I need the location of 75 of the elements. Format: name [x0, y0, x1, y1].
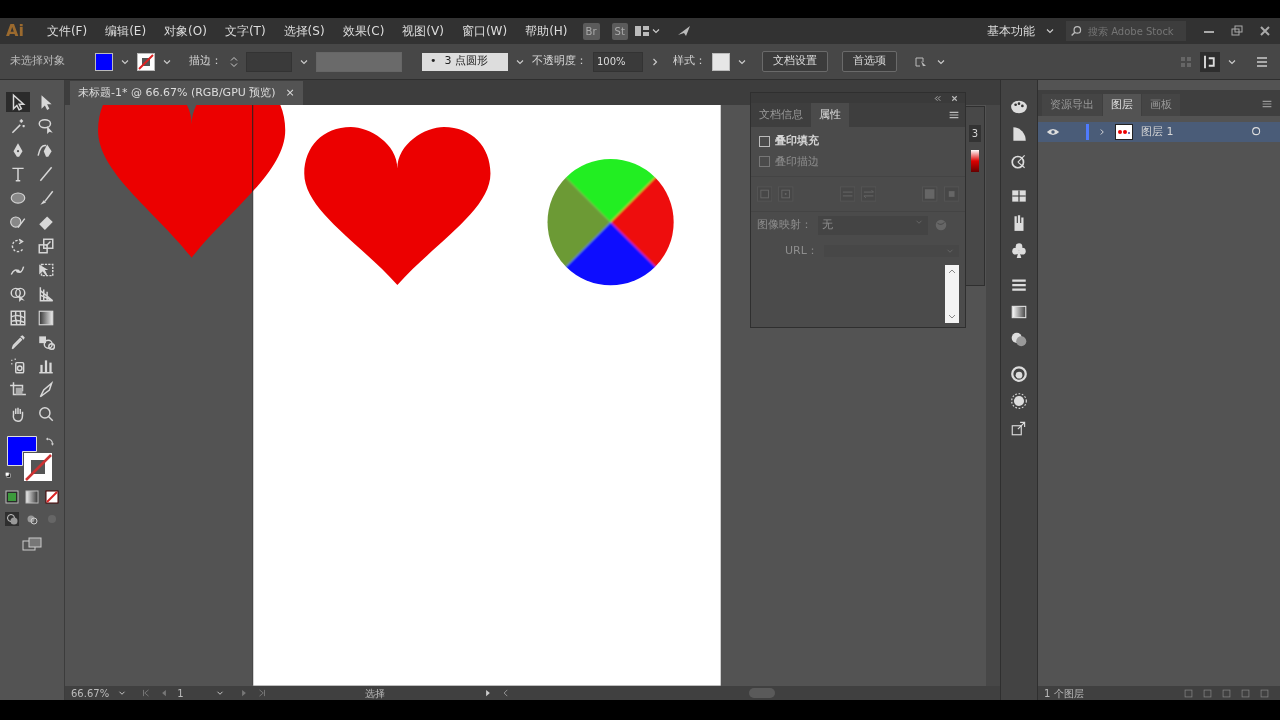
gradient-mode-icon[interactable] [25, 490, 39, 504]
layered-circles-icon[interactable] [1009, 365, 1029, 383]
checkbox[interactable] [759, 135, 770, 147]
brush-bullet: • [430, 53, 437, 70]
app-logo: Ai [6, 20, 24, 42]
workspace-switcher[interactable]: 基本功能 [978, 22, 1044, 40]
collapse-icon[interactable] [933, 93, 942, 103]
panel-tab[interactable]: 画板 [1142, 93, 1180, 116]
stroke-swatch[interactable] [23, 452, 53, 482]
inner-square-icon [943, 185, 959, 203]
color-mode-icon[interactable] [5, 490, 19, 504]
lines-icon[interactable] [1009, 276, 1029, 294]
menu-item[interactable]: 选择(S) [274, 22, 334, 40]
panel-tab[interactable]: 文档信息 [751, 103, 811, 127]
screen-mode-icon[interactable] [21, 536, 43, 552]
brush-dropdown[interactable]: • 3 点圆形 [422, 52, 508, 71]
toolbar-button[interactable]: 首选项 [842, 51, 897, 72]
zoom-field[interactable]: 66.67% [71, 685, 110, 701]
panel-tab[interactable]: 图层 [1103, 93, 1141, 116]
stroke-label: 描边： [189, 53, 222, 70]
menu-item[interactable]: 编辑(E) [96, 22, 156, 40]
style-label: 样式： [673, 53, 706, 70]
layer-count: 1 个图层 [1044, 686, 1084, 701]
none-mode-icon[interactable] [45, 490, 59, 504]
style-swatch[interactable] [712, 52, 730, 71]
scrollbar-thumb[interactable] [749, 688, 776, 698]
menu-item[interactable]: 对象(O) [155, 22, 216, 40]
palette-icon[interactable] [1009, 98, 1029, 116]
scrollbar[interactable] [945, 265, 959, 323]
checkbox-label: 叠印描边 [775, 153, 819, 170]
gradient-swatch [971, 150, 979, 172]
globe-icon [934, 218, 948, 233]
menu-item[interactable]: 文件(F) [37, 22, 97, 40]
menu-item[interactable]: 窗口(W) [452, 22, 517, 40]
opacity-field[interactable]: 100% [593, 51, 643, 72]
layer-color-bar [1086, 124, 1089, 140]
fill-swatch[interactable] [95, 52, 113, 71]
opacity-label: 不透明度： [532, 53, 587, 70]
overlapping-circles-icon[interactable] [1009, 330, 1029, 348]
toolbar-button[interactable]: 文档设置 [762, 51, 828, 72]
fill-swatch[interactable] [7, 436, 37, 466]
brush-name: 3 点圆形 [444, 53, 488, 70]
gradient-rect-icon[interactable] [1009, 303, 1029, 321]
layout-icon[interactable] [633, 23, 650, 39]
menu-item[interactable]: 文字(T) [215, 22, 275, 40]
document-tab[interactable]: 未标题-1* @ 66.67% (RGB/GPU 预览) × [70, 81, 303, 106]
checkbox-label: 叠印填充 [775, 133, 819, 149]
layer-thumbnail [1115, 124, 1133, 140]
panel-tab[interactable]: 资源导出 [1042, 93, 1102, 116]
menu-item[interactable]: 帮助(H) [516, 22, 577, 40]
panel-tab[interactable]: 属性 [811, 103, 849, 127]
restore-icon[interactable] [1228, 23, 1246, 39]
tab-close-button[interactable]: × [285, 85, 295, 102]
layer-name: 图层 1 [1141, 123, 1174, 140]
panel-number: 3 [968, 125, 982, 142]
document-title: 未标题-1* @ 66.67% (RGB/GPU 预览) [78, 85, 276, 102]
sun-icon[interactable] [1009, 392, 1029, 410]
image-map-value: 无 [822, 217, 833, 233]
stroke-swatch[interactable] [137, 52, 155, 71]
filled-square-icon [922, 185, 938, 203]
menu-item[interactable]: 视图(V) [393, 22, 453, 40]
artboard-field[interactable]: 1 [177, 685, 208, 701]
draw-normal-icon[interactable] [5, 512, 19, 526]
square-icon [757, 185, 773, 203]
menu-item[interactable]: 效果(C) [333, 22, 394, 40]
align-icon[interactable] [1200, 51, 1220, 72]
swap-arrows-icon [861, 185, 877, 203]
url-label: URL： [785, 242, 818, 259]
close-icon[interactable] [950, 93, 959, 103]
current-tool-label: 选择 [365, 686, 386, 701]
selection-status: 未选择对象 [10, 53, 65, 70]
vertical-scrollbar[interactable] [986, 105, 1000, 686]
layer-row[interactable]: 图层 1 [1038, 122, 1280, 142]
club-icon[interactable] [1009, 241, 1029, 259]
swatch-grid-icon[interactable] [1009, 187, 1029, 205]
